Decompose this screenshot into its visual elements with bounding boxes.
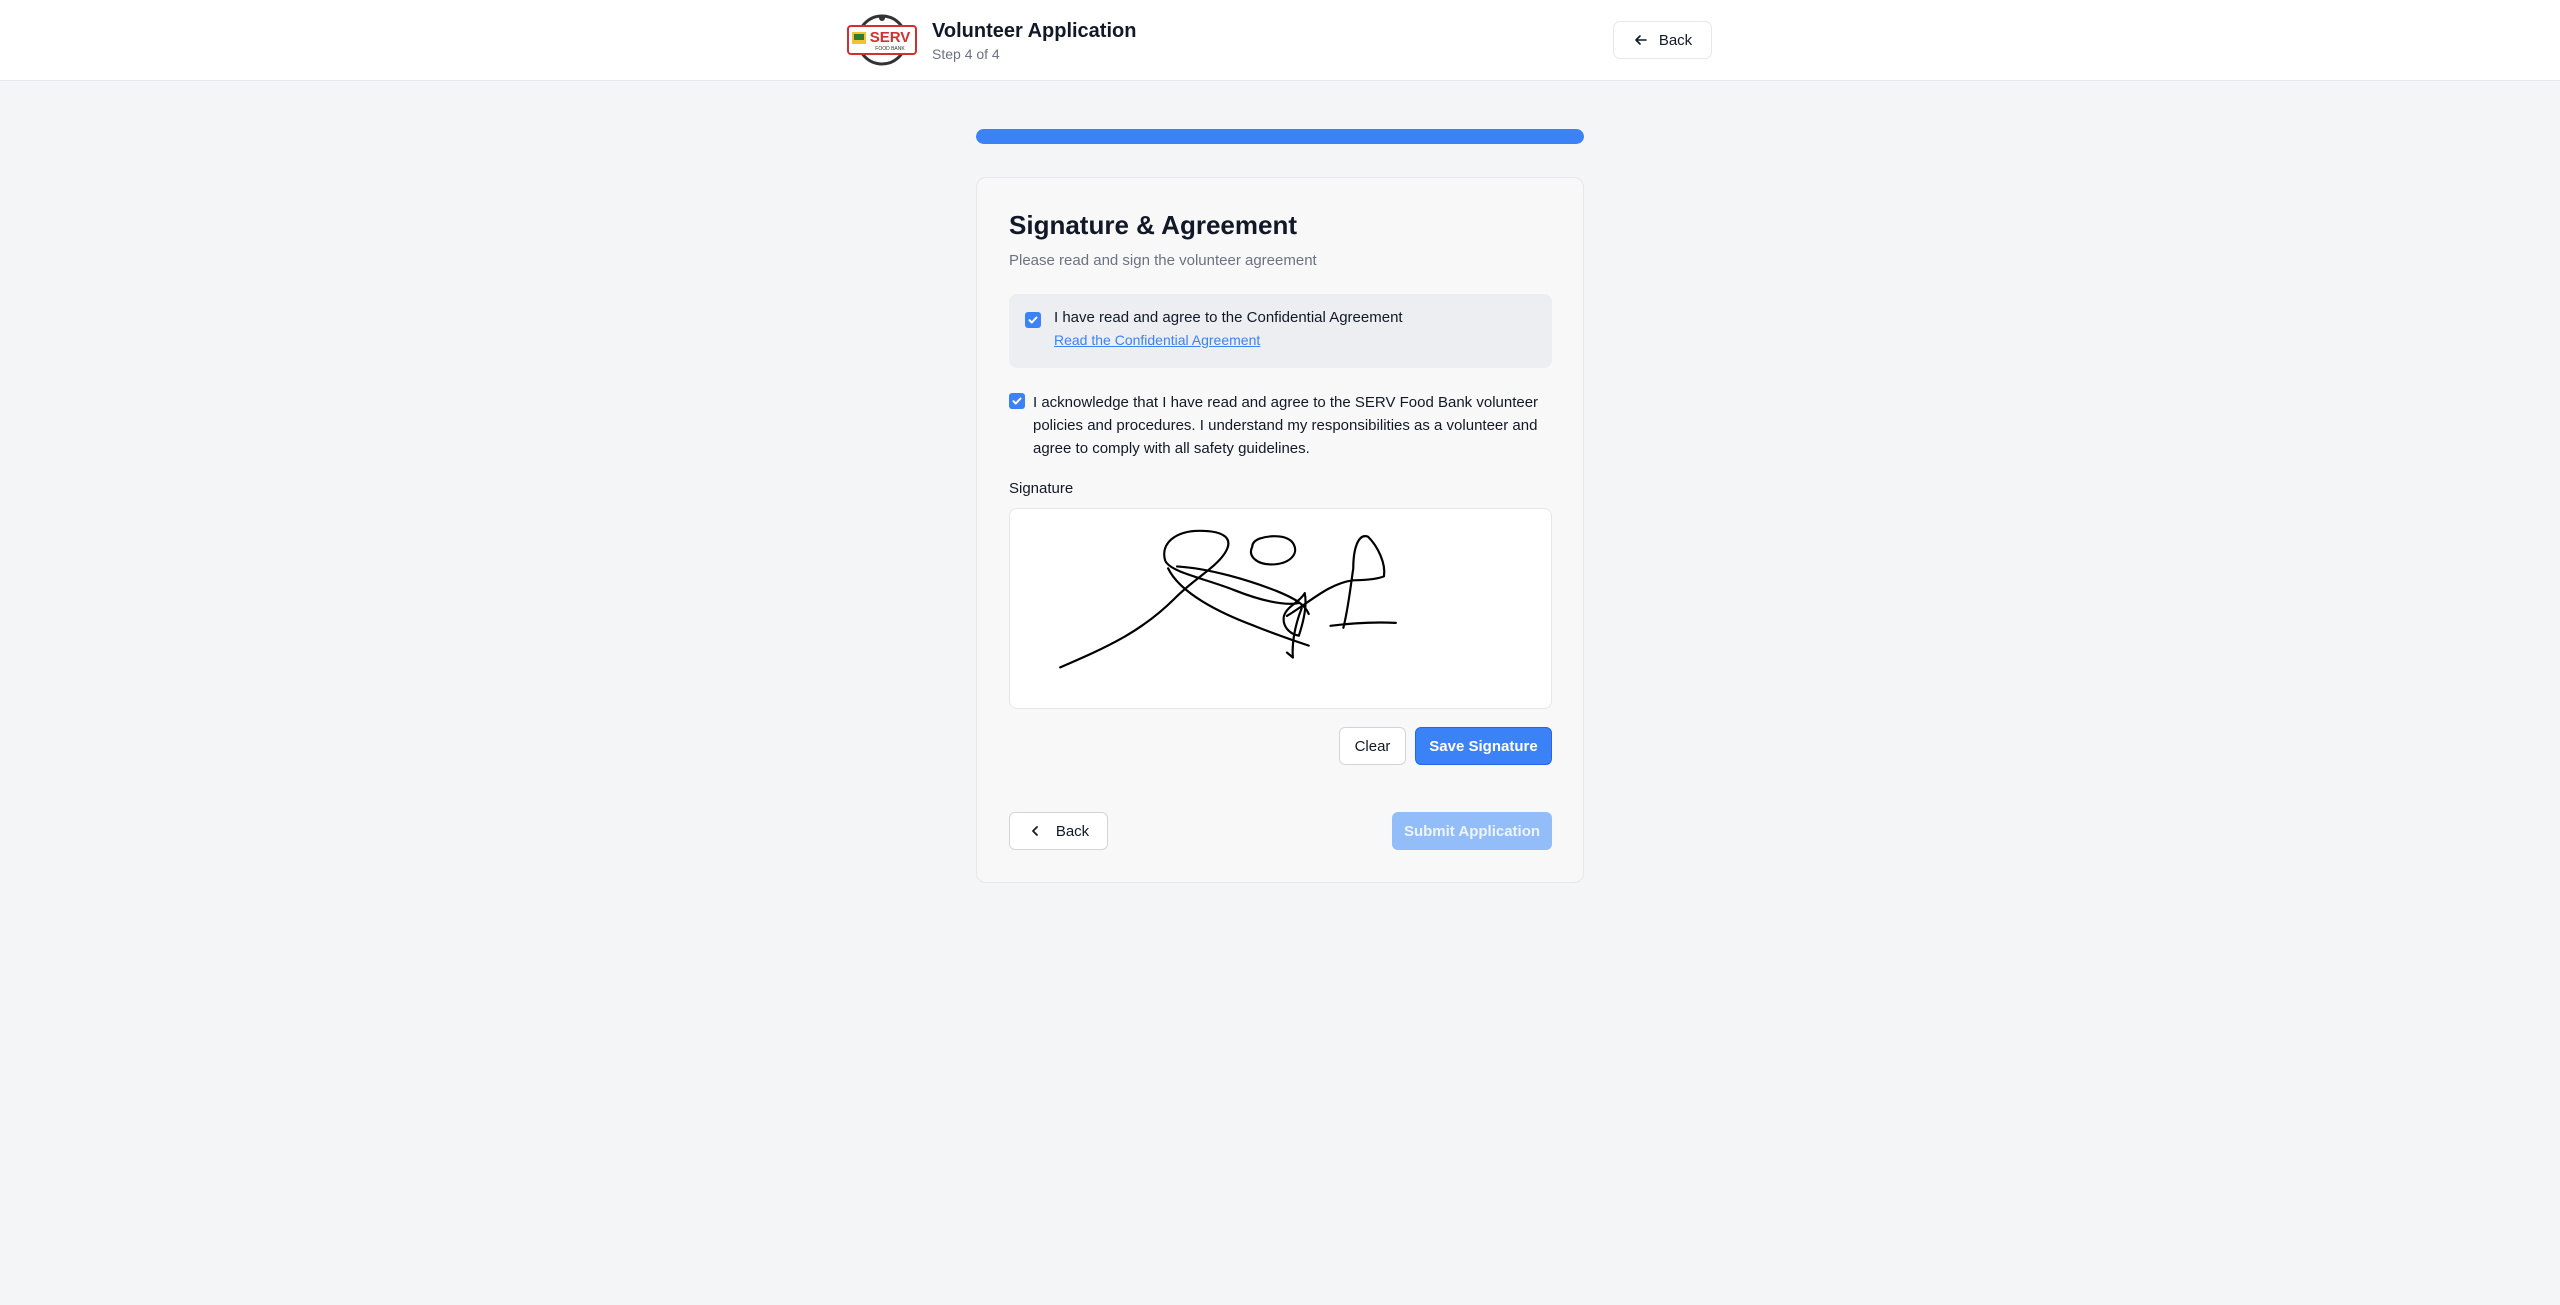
card-subtitle: Please read and sign the volunteer agree… — [1009, 252, 1317, 269]
chevron-left-icon — [1031, 826, 1038, 836]
clear-signature-button[interactable]: Clear — [1339, 727, 1406, 765]
signature-drawing — [1059, 529, 1397, 669]
arrow-left-icon — [1635, 35, 1647, 45]
signature-card: Signature & Agreement Please read and si… — [976, 177, 1584, 883]
progress-bar — [976, 129, 1584, 144]
signature-pad[interactable] — [1009, 508, 1552, 709]
save-signature-button[interactable]: Save Signature — [1415, 727, 1552, 765]
confidential-label: I have read and agree to the Confidentia… — [1054, 309, 1403, 326]
check-icon — [1012, 397, 1022, 405]
serv-logo: SERV FOOD BANK — [846, 14, 918, 66]
acknowledgement-text: I acknowledge that I have read and agree… — [1033, 394, 1539, 457]
confidential-agreement-link[interactable]: Read the Confidential Agreement — [1054, 332, 1260, 348]
form-back-label: Back — [1055, 822, 1090, 840]
header-back-button[interactable]: Back — [1613, 21, 1712, 59]
svg-text:SERV: SERV — [870, 29, 911, 46]
app-title: Volunteer Application — [932, 20, 1137, 42]
confidential-agreement-box: I have read and agree to the Confidentia… — [1009, 294, 1552, 368]
top-header: SERV FOOD BANK Volunteer Application Ste… — [0, 0, 2560, 81]
form-back-button[interactable]: Back — [1009, 812, 1108, 850]
signature-label: Signature — [1009, 480, 1074, 497]
check-icon — [1028, 316, 1038, 324]
card-title: Signature & Agreement — [1009, 210, 1297, 240]
submit-application-button[interactable]: Submit Application — [1392, 812, 1552, 850]
svg-text:FOOD BANK: FOOD BANK — [875, 46, 905, 52]
progress-fill — [976, 129, 1584, 144]
brand: SERV FOOD BANK Volunteer Application Ste… — [846, 14, 1136, 66]
header-back-label: Back — [1658, 31, 1693, 49]
confidential-checkbox[interactable] — [1025, 312, 1041, 328]
step-indicator: Step 4 of 4 — [932, 46, 1000, 62]
acknowledgement-checkbox[interactable] — [1009, 393, 1025, 409]
